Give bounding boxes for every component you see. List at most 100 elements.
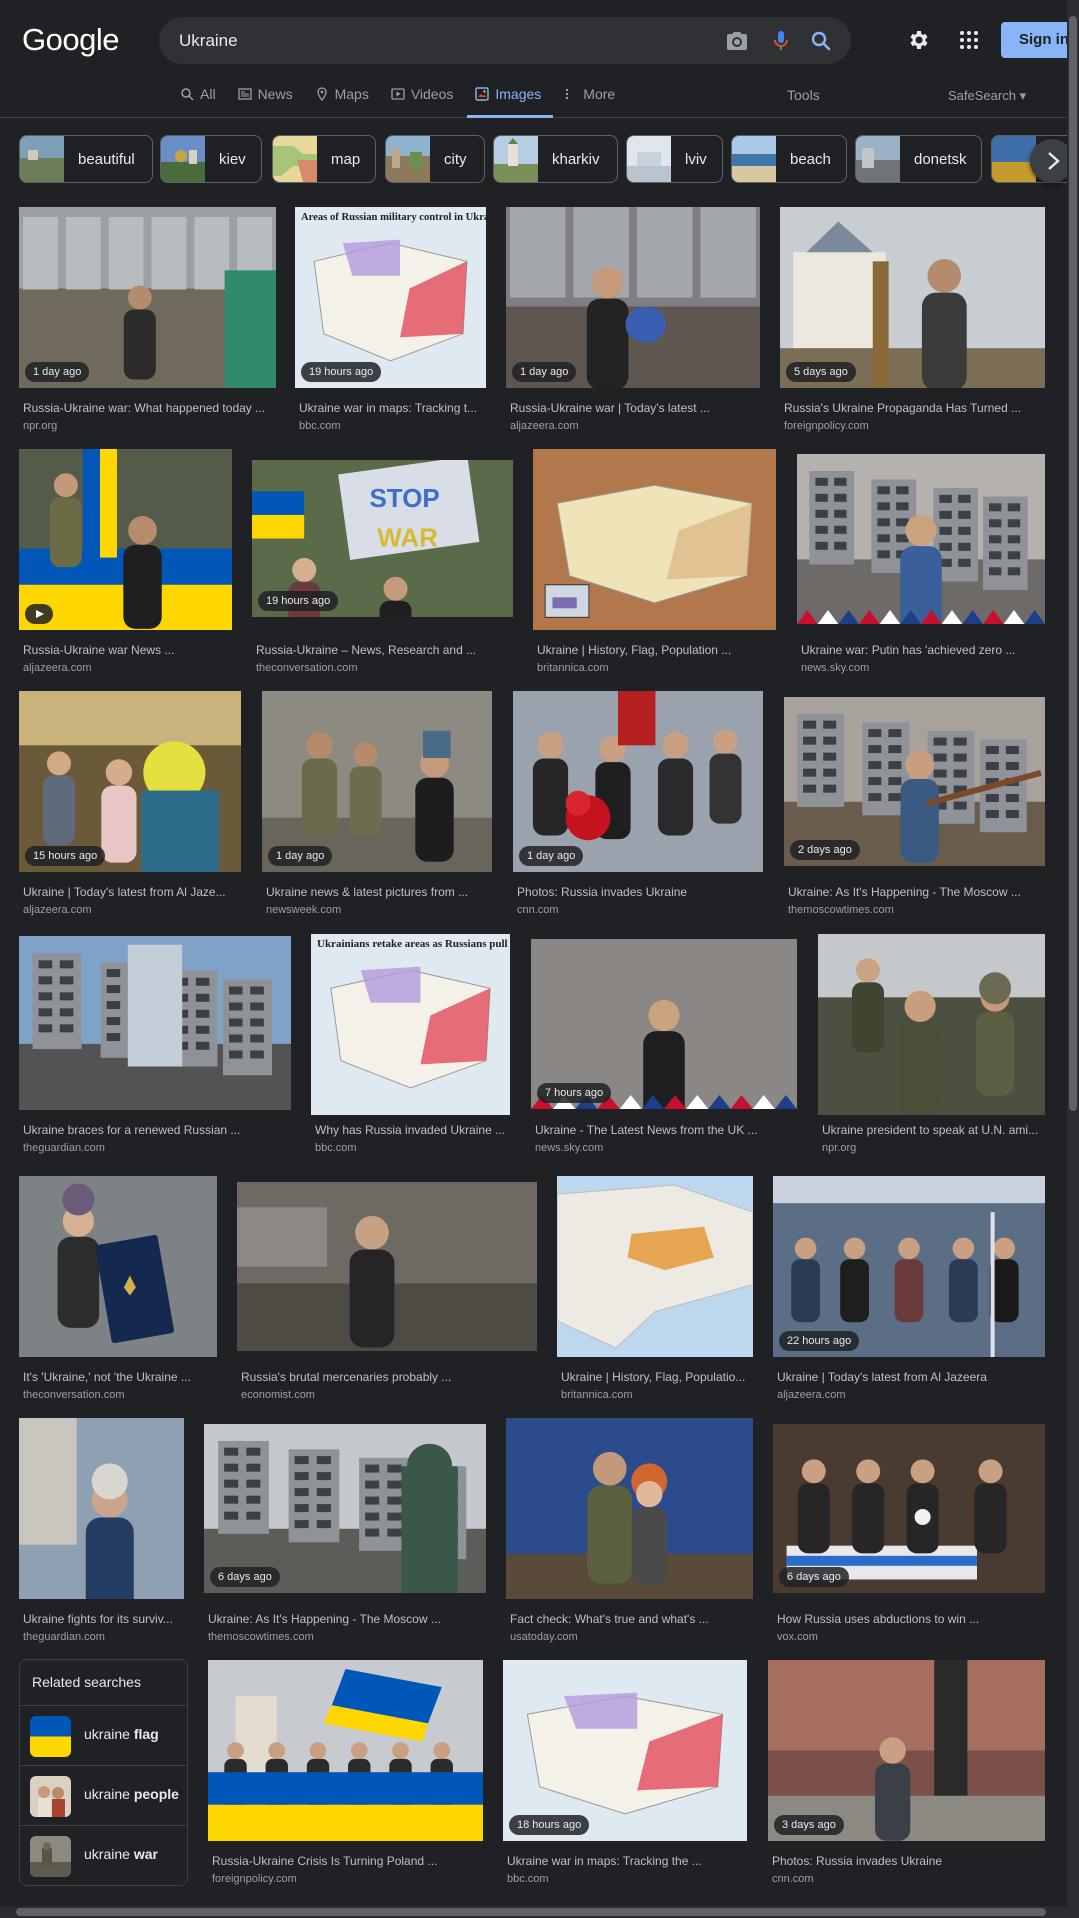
image-result[interactable]: Russia's brutal mercenaries probably ...… bbox=[237, 1182, 537, 1401]
image-result[interactable]: 7 hours ago Ukraine - The Latest News fro… bbox=[531, 939, 797, 1159]
result-title[interactable]: Photos: Russia invades Ukraine bbox=[517, 885, 763, 899]
image-result[interactable]: Ukraine war: Putin has 'achieved zero ..… bbox=[797, 454, 1045, 674]
image-result[interactable]: Ukraine | History, Flag, Populatio... bri… bbox=[557, 1176, 753, 1407]
result-thumbnail[interactable] bbox=[533, 449, 776, 630]
result-title[interactable]: Ukraine - The Latest News from the UK ..… bbox=[535, 1123, 797, 1137]
result-thumbnail[interactable] bbox=[19, 936, 291, 1110]
image-result[interactable]: 1 day ago Russia-Ukraine war: What happen… bbox=[19, 207, 276, 438]
result-thumbnail[interactable]: 3 days ago bbox=[768, 1660, 1045, 1841]
result-title[interactable]: Ukraine president to speak at U.N. ami..… bbox=[822, 1123, 1045, 1137]
result-thumbnail[interactable] bbox=[19, 1418, 184, 1599]
related-item[interactable]: ukraine war bbox=[20, 1825, 187, 1885]
chip-map[interactable]: map bbox=[272, 135, 376, 183]
gear-icon[interactable] bbox=[906, 28, 930, 52]
result-thumbnail[interactable]: 6 days ago bbox=[773, 1424, 1045, 1593]
result-title[interactable]: Ukraine: As It's Happening - The Moscow … bbox=[788, 885, 1045, 899]
result-thumbnail[interactable] bbox=[237, 1182, 537, 1351]
chip-donetsk[interactable]: donetsk bbox=[855, 135, 982, 183]
apps-grid-icon[interactable] bbox=[957, 28, 981, 52]
image-result[interactable]: Fact check: What's true and what's ... us… bbox=[506, 1418, 753, 1649]
result-title[interactable]: It's 'Ukraine,' not 'the Ukraine ... bbox=[23, 1370, 217, 1384]
image-result[interactable]: 1 day ago Photos: Russia invades Ukraine c… bbox=[513, 691, 763, 922]
result-title[interactable]: Ukraine | History, Flag, Populatio... bbox=[561, 1370, 753, 1384]
result-thumbnail[interactable] bbox=[208, 1660, 483, 1841]
result-title[interactable]: Russia's Ukraine Propaganda Has Turned .… bbox=[784, 401, 1045, 415]
tab-all[interactable]: All bbox=[180, 84, 228, 118]
related-item[interactable]: ukraine flag bbox=[20, 1705, 187, 1765]
result-title[interactable]: Russia-Ukraine war News ... bbox=[23, 643, 232, 657]
result-title[interactable]: Fact check: What's true and what's ... bbox=[510, 1612, 753, 1626]
scrollbar-thumb[interactable] bbox=[16, 1908, 1046, 1916]
result-thumbnail[interactable] bbox=[557, 1176, 753, 1357]
scrollbar-thumb[interactable] bbox=[1069, 16, 1077, 1111]
image-result[interactable]: 2 days ago Ukraine: As It's Happening - T… bbox=[784, 697, 1045, 916]
google-logo[interactable]: Google bbox=[22, 22, 119, 58]
result-thumbnail[interactable]: 1 day ago bbox=[19, 207, 276, 388]
horizontal-scrollbar[interactable] bbox=[0, 1906, 1067, 1918]
result-thumbnail[interactable]: Areas of Russian military control in Ukr… bbox=[295, 207, 486, 388]
chip-beautiful[interactable]: beautiful bbox=[19, 135, 153, 183]
result-title[interactable]: Ukraine | Today's latest from Al Jaze... bbox=[23, 885, 241, 899]
result-thumbnail[interactable]: 1 day ago bbox=[513, 691, 763, 872]
chip-lviv[interactable]: lviv bbox=[626, 135, 723, 183]
result-title[interactable]: Ukraine: As It's Happening - The Moscow … bbox=[208, 1612, 486, 1626]
result-thumbnail[interactable]: 22 hours ago bbox=[773, 1176, 1045, 1357]
result-thumbnail[interactable]: 18 hours ago bbox=[503, 1660, 747, 1841]
result-thumbnail[interactable]: 2 days ago bbox=[784, 697, 1045, 866]
result-thumbnail[interactable]: 1 day ago bbox=[506, 207, 760, 388]
result-thumbnail[interactable]: 5 days ago bbox=[780, 207, 1045, 388]
image-result[interactable]: 3 days ago Photos: Russia invades Ukraine… bbox=[768, 1660, 1045, 1891]
image-result[interactable]: Russia-Ukraine Crisis Is Turning Poland … bbox=[208, 1660, 483, 1891]
result-thumbnail[interactable]: 6 days ago bbox=[204, 1424, 486, 1593]
image-result[interactable]: 6 days ago How Russia uses abductions to … bbox=[773, 1424, 1045, 1643]
result-title[interactable]: Ukraine war in maps: Tracking the ... bbox=[507, 1854, 747, 1868]
search-icon[interactable] bbox=[809, 29, 833, 53]
chip-beach[interactable]: beach bbox=[731, 135, 847, 183]
result-title[interactable]: Russia's brutal mercenaries probably ... bbox=[241, 1370, 537, 1384]
related-item[interactable]: ukraine people bbox=[20, 1765, 187, 1825]
result-title[interactable]: Russia-Ukraine war: What happened today … bbox=[23, 401, 276, 415]
result-thumbnail[interactable] bbox=[797, 454, 1045, 624]
search-box[interactable] bbox=[159, 17, 851, 64]
tab-videos[interactable]: Videos bbox=[391, 84, 466, 118]
tools-button[interactable]: Tools bbox=[787, 87, 820, 103]
image-result[interactable]: 5 days ago Russia's Ukraine Propaganda Ha… bbox=[780, 207, 1045, 438]
microphone-icon[interactable] bbox=[769, 29, 793, 53]
image-result[interactable]: 6 days ago Ukraine: As It's Happening - T… bbox=[204, 1424, 486, 1643]
result-title[interactable]: Why has Russia invaded Ukraine ... bbox=[315, 1123, 510, 1137]
image-result[interactable]: 1 day ago Ukraine news & latest pictures … bbox=[262, 691, 492, 922]
image-result[interactable]: 15 hours ago Ukraine | Today's latest fro… bbox=[19, 691, 241, 922]
image-result[interactable]: It's 'Ukraine,' not 'the Ukraine ... thec… bbox=[19, 1176, 217, 1407]
result-title[interactable]: How Russia uses abductions to win ... bbox=[777, 1612, 1045, 1626]
result-title[interactable]: Ukraine war: Putin has 'achieved zero ..… bbox=[801, 643, 1045, 657]
image-result[interactable]: Areas of Russian military control in Ukr… bbox=[295, 207, 486, 438]
result-title[interactable]: Ukraine | Today's latest from Al Jazeera bbox=[777, 1370, 1045, 1384]
image-result[interactable]: Ukraine president to speak at U.N. ami..… bbox=[818, 934, 1045, 1165]
result-title[interactable]: Photos: Russia invades Ukraine bbox=[772, 1854, 1045, 1868]
camera-icon[interactable] bbox=[725, 29, 749, 53]
tab-news[interactable]: News bbox=[237, 84, 305, 118]
image-result[interactable]: 1 day ago Russia-Ukraine war | Today's la… bbox=[506, 207, 760, 438]
result-thumbnail[interactable] bbox=[506, 1418, 753, 1599]
result-thumbnail[interactable] bbox=[818, 934, 1045, 1115]
image-result[interactable]: 22 hours ago Ukraine | Today's latest fro… bbox=[773, 1176, 1045, 1407]
result-title[interactable]: Ukraine braces for a renewed Russian ... bbox=[23, 1123, 291, 1137]
result-title[interactable]: Ukraine | History, Flag, Population ... bbox=[537, 643, 776, 657]
result-thumbnail[interactable]: 7 hours ago bbox=[531, 939, 797, 1109]
chip-city[interactable]: city bbox=[385, 135, 485, 183]
image-result[interactable]: STOP WAR 19 hours ago Russia-Ukraine – News… bbox=[252, 460, 513, 674]
result-title[interactable]: Russia-Ukraine Crisis Is Turning Poland … bbox=[212, 1854, 483, 1868]
image-result[interactable]: Ukraine | History, Flag, Population ... b… bbox=[533, 449, 776, 680]
tab-more[interactable]: More bbox=[563, 84, 627, 118]
tab-maps[interactable]: Maps bbox=[315, 84, 381, 118]
result-thumbnail[interactable] bbox=[19, 449, 232, 630]
image-result[interactable]: 18 hours ago Ukraine war in maps: Trackin… bbox=[503, 1660, 747, 1891]
tab-images[interactable]: Images bbox=[467, 84, 554, 118]
image-result[interactable]: Ukraine braces for a renewed Russian ...… bbox=[19, 936, 291, 1160]
result-title[interactable]: Russia-Ukraine – News, Research and ... bbox=[256, 643, 513, 657]
chip-kiev[interactable]: kiev bbox=[160, 135, 262, 183]
result-title[interactable]: Ukraine war in maps: Tracking t... bbox=[299, 401, 486, 415]
image-result[interactable]: Russia-Ukraine war News ... aljazeera.com bbox=[19, 449, 232, 680]
vertical-scrollbar[interactable] bbox=[1067, 0, 1079, 1918]
chip-kharkiv[interactable]: kharkiv bbox=[493, 135, 618, 183]
